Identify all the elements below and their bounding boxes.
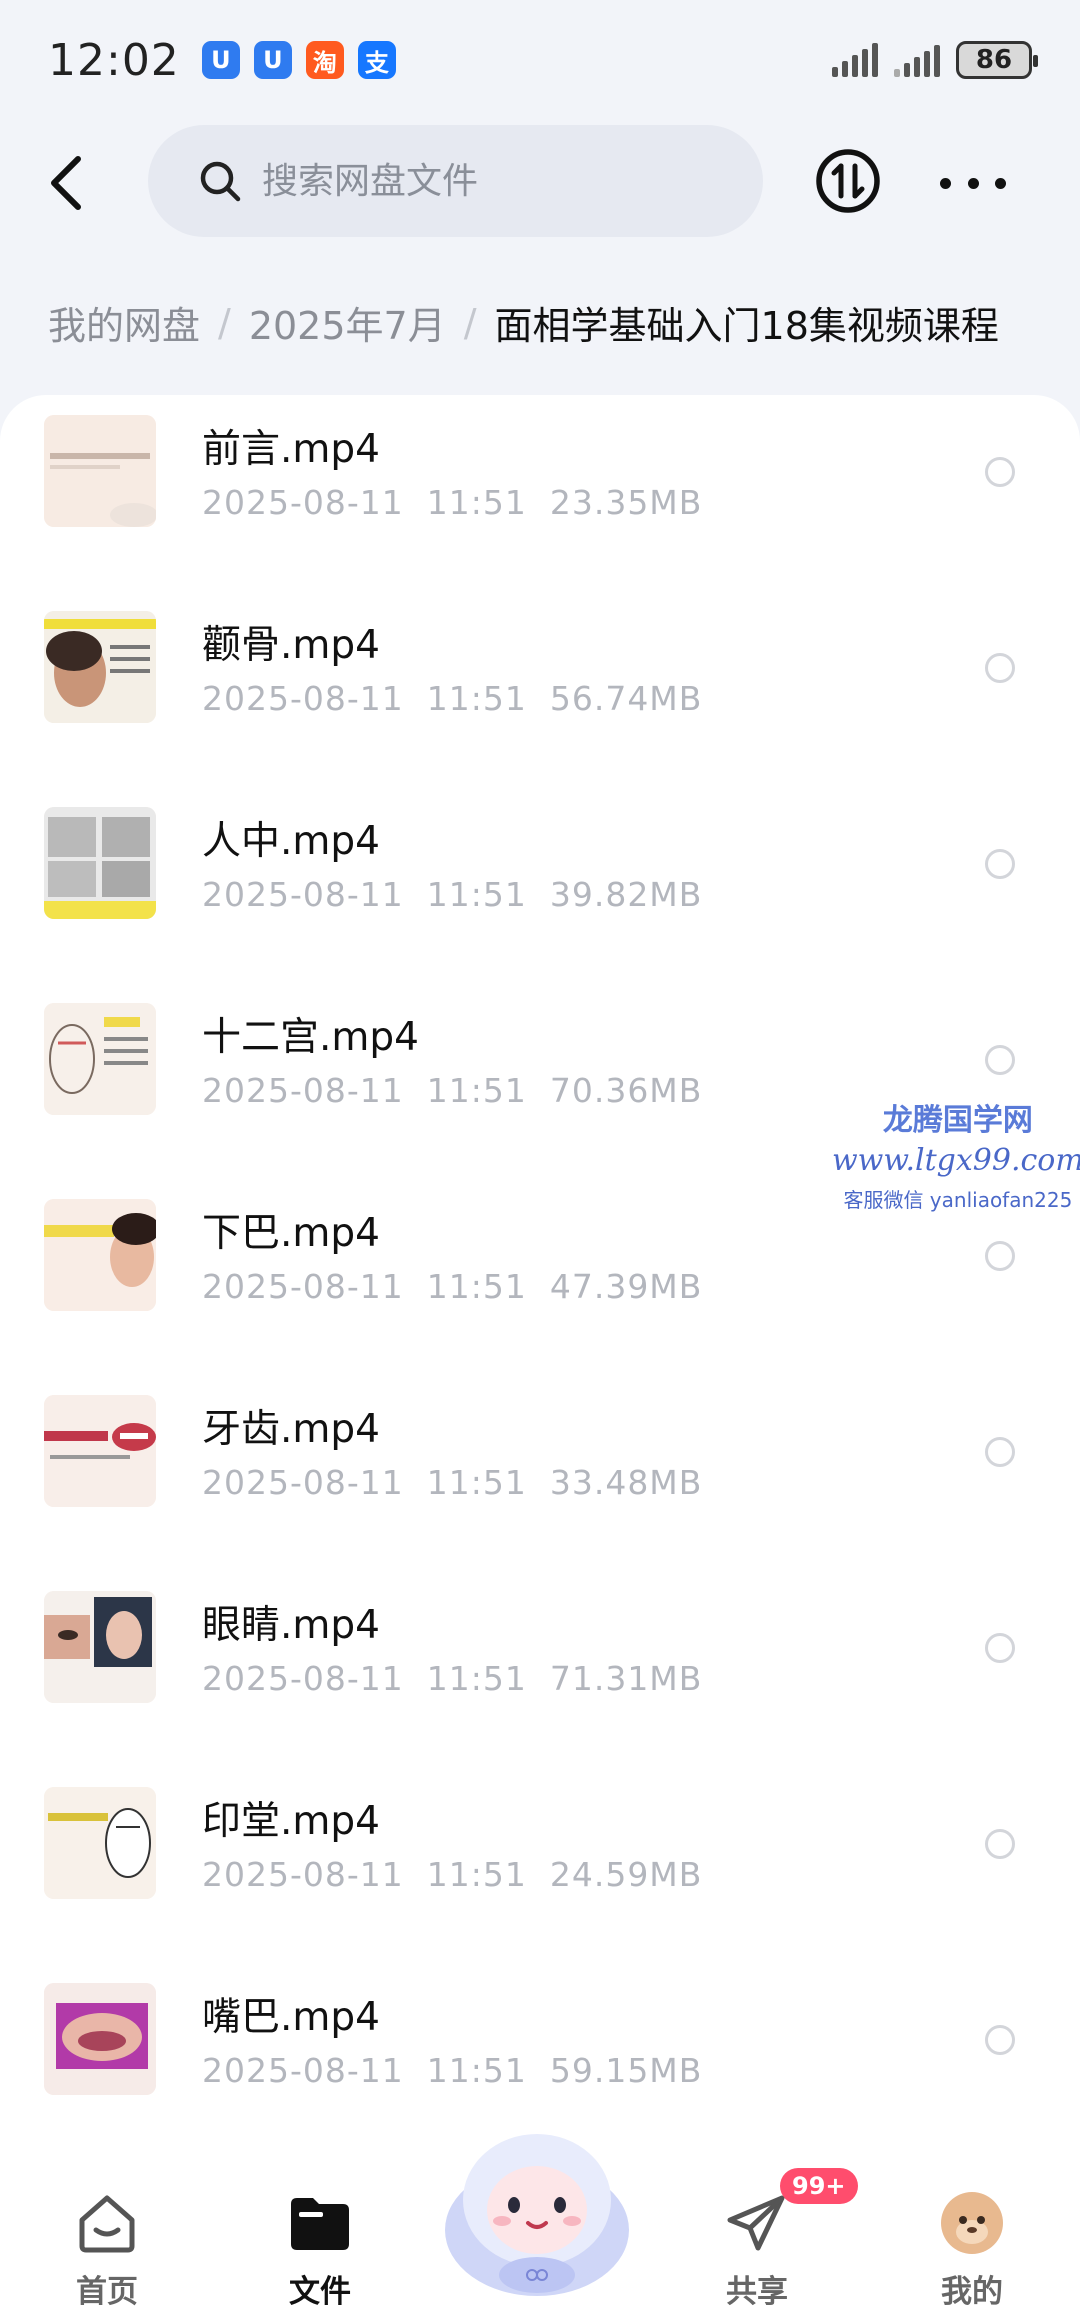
file-meta: 2025-08-11 11:51 39.82MB bbox=[202, 875, 703, 914]
breadcrumb: 我的网盘 / 2025年7月 / 面相学基础入门18集视频课程 bbox=[48, 295, 999, 350]
breadcrumb-separator: / bbox=[463, 300, 477, 345]
file-row[interactable]: 人中.mp4 2025-08-11 11:51 39.82MB bbox=[0, 787, 1080, 983]
taobao-icon: 淘 bbox=[305, 41, 344, 79]
back-button[interactable] bbox=[36, 153, 96, 213]
file-meta: 2025-08-11 11:51 59.15MB bbox=[202, 2051, 703, 2090]
file-meta: 2025-08-11 11:51 70.36MB bbox=[202, 1071, 703, 1110]
search-icon bbox=[200, 161, 241, 202]
battery-level: 86 bbox=[975, 45, 1013, 75]
file-meta: 2025-08-11 11:51 24.59MB bbox=[202, 1855, 703, 1894]
chevron-left-icon bbox=[51, 156, 81, 210]
file-name: 牙齿.mp4 bbox=[202, 1407, 380, 1452]
file-meta: 2025-08-11 11:51 71.31MB bbox=[202, 1659, 703, 1698]
select-checkbox[interactable] bbox=[985, 849, 1015, 879]
nav-mine-label: 我的 bbox=[941, 2274, 1003, 2310]
video-thumbnail bbox=[44, 1787, 156, 1899]
select-checkbox[interactable] bbox=[985, 1633, 1015, 1663]
status-bar: 12:02 U U 淘 支 86 bbox=[0, 0, 1080, 120]
nav-share[interactable]: 共享 bbox=[697, 2190, 817, 2311]
video-thumbnail bbox=[44, 611, 156, 723]
file-row[interactable]: 印堂.mp4 2025-08-11 11:51 24.59MB bbox=[0, 1767, 1080, 1963]
file-list: 前言.mp4 2025-08-11 11:51 23.35MB 颧骨.mp4 2… bbox=[0, 395, 1080, 2165]
file-name: 人中.mp4 bbox=[202, 819, 380, 864]
file-row[interactable]: 颧骨.mp4 2025-08-11 11:51 56.74MB bbox=[0, 591, 1080, 787]
nav-share-label: 共享 bbox=[726, 2274, 788, 2310]
select-checkbox[interactable] bbox=[985, 2025, 1015, 2055]
video-thumbnail bbox=[44, 415, 156, 527]
select-checkbox[interactable] bbox=[985, 1437, 1015, 1467]
transfer-button[interactable] bbox=[815, 148, 881, 214]
video-thumbnail bbox=[44, 1983, 156, 2095]
share-badge: 99+ bbox=[780, 2168, 858, 2204]
breadcrumb-current: 面相学基础入门18集视频课程 bbox=[494, 304, 999, 348]
file-meta: 2025-08-11 11:51 33.48MB bbox=[202, 1463, 703, 1502]
nav-home[interactable]: 首页 bbox=[47, 2190, 167, 2311]
video-thumbnail bbox=[44, 807, 156, 919]
select-checkbox[interactable] bbox=[985, 1829, 1015, 1859]
header-bar bbox=[0, 125, 1080, 240]
file-row[interactable]: 下巴.mp4 2025-08-11 11:51 47.39MB bbox=[0, 1179, 1080, 1375]
search-input[interactable] bbox=[262, 160, 722, 202]
video-thumbnail bbox=[44, 1395, 156, 1507]
breadcrumb-root[interactable]: 我的网盘 bbox=[48, 295, 200, 350]
more-dot-icon bbox=[995, 177, 1006, 189]
file-row[interactable]: 牙齿.mp4 2025-08-11 11:51 33.48MB bbox=[0, 1375, 1080, 1571]
breadcrumb-separator: / bbox=[218, 300, 231, 345]
select-checkbox[interactable] bbox=[985, 457, 1015, 487]
avatar bbox=[941, 2192, 1003, 2254]
alipay-icon: 支 bbox=[357, 41, 396, 79]
select-checkbox[interactable] bbox=[985, 1241, 1015, 1271]
signal-icon bbox=[832, 43, 878, 77]
home-icon bbox=[79, 2195, 135, 2253]
file-meta: 2025-08-11 11:51 47.39MB bbox=[202, 1267, 703, 1306]
video-thumbnail bbox=[44, 1199, 156, 1311]
video-thumbnail bbox=[44, 1003, 156, 1115]
file-row[interactable]: 前言.mp4 2025-08-11 11:51 23.35MB bbox=[0, 395, 1080, 591]
more-dot-icon bbox=[940, 177, 951, 189]
select-checkbox[interactable] bbox=[985, 1045, 1015, 1075]
folder-icon bbox=[291, 2198, 349, 2250]
nav-files-label: 文件 bbox=[289, 2274, 351, 2310]
file-name: 眼睛.mp4 bbox=[202, 1603, 380, 1648]
nav-files[interactable]: 文件 bbox=[260, 2190, 380, 2311]
file-row[interactable]: 十二宫.mp4 2025-08-11 11:51 70.36MB bbox=[0, 983, 1080, 1179]
search-box[interactable] bbox=[148, 125, 763, 237]
file-row[interactable]: 眼睛.mp4 2025-08-11 11:51 71.31MB bbox=[0, 1571, 1080, 1767]
nav-mine[interactable]: 我的 bbox=[912, 2190, 1032, 2311]
uu-app-icon-2: U bbox=[253, 41, 292, 79]
transfer-icon bbox=[816, 149, 880, 213]
battery-icon: 86 bbox=[956, 41, 1038, 79]
breadcrumb-folder[interactable]: 2025年7月 bbox=[249, 295, 446, 350]
more-options-button[interactable] bbox=[940, 163, 1006, 203]
nav-home-label: 首页 bbox=[76, 2274, 138, 2310]
uu-app-icon: U bbox=[201, 41, 240, 79]
paper-plane-icon bbox=[727, 2195, 785, 2251]
file-name: 颧骨.mp4 bbox=[202, 623, 380, 668]
file-meta: 2025-08-11 11:51 56.74MB bbox=[202, 679, 703, 718]
select-checkbox[interactable] bbox=[985, 653, 1015, 683]
status-indicators: 86 bbox=[832, 41, 1038, 79]
mascot-icon bbox=[445, 2134, 629, 2296]
file-name: 前言.mp4 bbox=[202, 427, 380, 472]
file-name: 十二宫.mp4 bbox=[202, 1015, 419, 1060]
ai-assistant-button[interactable] bbox=[432, 2105, 642, 2315]
file-name: 印堂.mp4 bbox=[202, 1799, 380, 1844]
more-dot-icon bbox=[967, 177, 979, 189]
file-name: 下巴.mp4 bbox=[202, 1211, 380, 1256]
signal-icon-2 bbox=[894, 43, 940, 77]
file-meta: 2025-08-11 11:51 23.35MB bbox=[202, 483, 703, 522]
file-name: 嘴巴.mp4 bbox=[202, 1995, 380, 2040]
status-time: 12:02 bbox=[48, 34, 180, 86]
video-thumbnail bbox=[44, 1591, 156, 1703]
notification-icons: U U 淘 支 bbox=[201, 41, 396, 79]
